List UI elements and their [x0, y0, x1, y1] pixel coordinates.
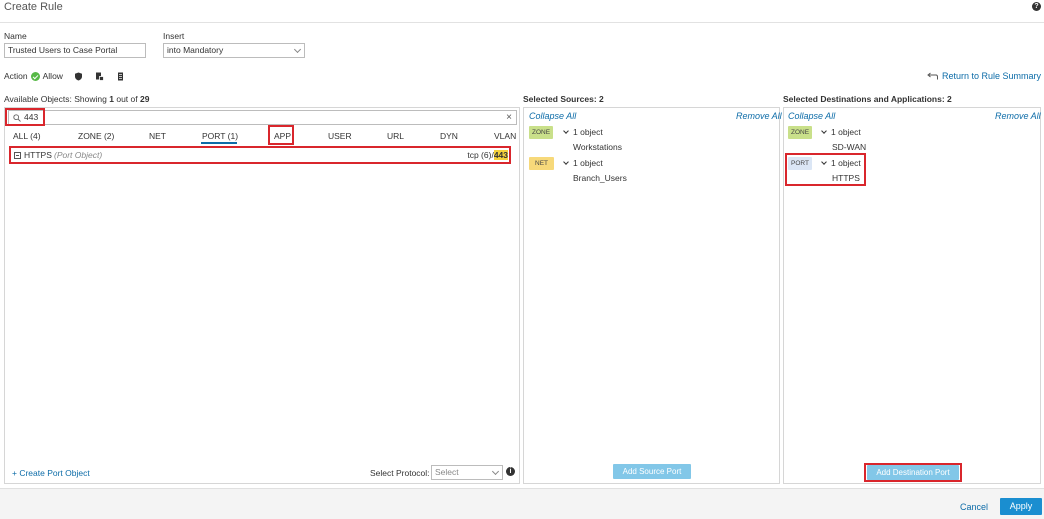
chevron-down-icon	[293, 45, 302, 54]
tab-all[interactable]: ALL (4)	[13, 131, 41, 141]
destination-zone-value: SD-WAN	[832, 142, 867, 152]
log-settings-icon[interactable]	[95, 72, 104, 81]
selected-destinations-title: Selected Destinations and Applications: …	[783, 94, 952, 104]
action-label: Action	[4, 71, 28, 81]
tab-dyn[interactable]: DYN	[440, 131, 458, 141]
tab-app-highlight	[268, 125, 294, 145]
cancel-button[interactable]: Cancel	[960, 502, 988, 512]
destination-zone-group[interactable]: 1 object	[821, 127, 861, 137]
protocol-select[interactable]: Select	[431, 465, 503, 480]
selected-sources-title: Selected Sources: 2	[523, 94, 604, 104]
tab-zone[interactable]: ZONE (2)	[78, 131, 114, 141]
undo-arrow-icon	[927, 72, 938, 79]
protocol-select-value: Select	[435, 467, 459, 477]
select-protocol-label: Select Protocol:	[370, 468, 430, 478]
tab-port[interactable]: PORT (1)	[202, 131, 238, 141]
add-source-port-button[interactable]: Add Source Port	[613, 464, 691, 479]
dialog-footer	[0, 488, 1044, 519]
add-destination-port-highlight	[864, 463, 962, 482]
available-objects-label: Available Objects: Showing 1 out of 29	[4, 94, 149, 104]
insert-select-value: into Mandatory	[167, 45, 224, 55]
destinations-remove-all[interactable]: Remove All	[995, 111, 1041, 121]
source-net-value: Branch_Users	[573, 173, 627, 183]
selected-sources-panel	[523, 107, 780, 484]
return-link-label: Return to Rule Summary	[941, 71, 1041, 81]
chevron-down-icon	[491, 467, 500, 476]
tab-port-underline	[201, 142, 237, 144]
sources-collapse-all[interactable]: Collapse All	[529, 111, 576, 121]
comment-icon[interactable]	[116, 72, 125, 81]
available-middle: out of	[116, 94, 138, 104]
net-badge: NET	[529, 157, 554, 170]
tab-url[interactable]: URL	[387, 131, 404, 141]
dialog-title: Create Rule	[4, 1, 63, 13]
search-input[interactable]: 443 ×	[8, 110, 517, 125]
destination-zone-count: 1 object	[831, 127, 861, 137]
available-count-shown: 1	[109, 94, 114, 104]
insert-label: Insert	[163, 31, 185, 41]
name-label: Name	[4, 31, 27, 41]
tab-vlan[interactable]: VLAN	[494, 131, 516, 141]
available-prefix: Available Objects: Showing	[4, 94, 107, 104]
shield-icon[interactable]	[74, 72, 83, 81]
clear-search-icon[interactable]: ×	[506, 111, 512, 124]
tab-user[interactable]: USER	[328, 131, 352, 141]
return-to-summary-link[interactable]: Return to Rule Summary	[927, 71, 1041, 81]
name-input[interactable]: Trusted Users to Case Portal	[4, 43, 146, 58]
create-port-object-link[interactable]: + Create Port Object	[12, 468, 90, 478]
tab-net[interactable]: NET	[149, 131, 166, 141]
source-zone-group[interactable]: 1 object	[563, 127, 603, 137]
info-icon[interactable]: i	[506, 467, 515, 476]
source-net-count: 1 object	[573, 158, 603, 168]
search-highlight	[5, 108, 45, 126]
apply-button[interactable]: Apply	[1000, 498, 1042, 515]
zone-badge: ZONE	[529, 126, 554, 139]
chevron-down-icon	[563, 128, 569, 134]
help-icon[interactable]: ?	[1032, 2, 1041, 11]
zone-badge: ZONE	[788, 126, 813, 139]
source-zone-count: 1 object	[573, 127, 603, 137]
header-divider	[0, 22, 1044, 23]
result-highlight	[9, 146, 511, 164]
insert-select[interactable]: into Mandatory	[163, 43, 305, 58]
action-row: Action Allow	[4, 71, 125, 81]
chevron-down-icon	[563, 159, 569, 165]
chevron-down-icon	[821, 128, 827, 134]
action-value[interactable]: Allow	[43, 71, 63, 81]
destination-port-highlight	[785, 153, 866, 186]
destinations-collapse-all[interactable]: Collapse All	[788, 111, 835, 121]
source-net-group[interactable]: 1 object	[563, 158, 603, 168]
allow-check-icon[interactable]	[30, 71, 40, 81]
sources-remove-all[interactable]: Remove All	[736, 111, 782, 121]
available-count-total: 29	[140, 94, 150, 104]
source-zone-value: Workstations	[573, 142, 622, 152]
